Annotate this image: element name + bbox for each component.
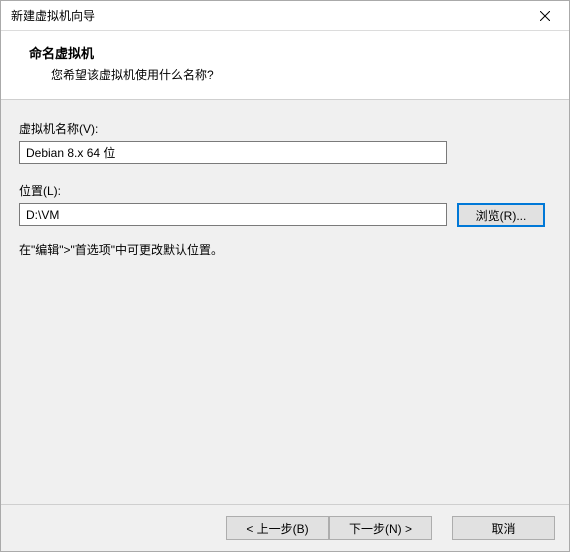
hint-text: 在"编辑">"首选项"中可更改默认位置。 xyxy=(19,241,551,258)
window-title: 新建虚拟机向导 xyxy=(11,7,523,24)
footer: < 上一步(B) 下一步(N) > 取消 xyxy=(1,505,569,551)
next-button[interactable]: 下一步(N) > xyxy=(329,516,432,540)
cancel-button[interactable]: 取消 xyxy=(452,516,555,540)
location-input[interactable] xyxy=(19,203,447,226)
content-area: 虚拟机名称(V): 位置(L): 浏览(R)... 在"编辑">"首选项"中可更… xyxy=(1,99,569,505)
location-row: 浏览(R)... xyxy=(19,203,551,227)
titlebar: 新建虚拟机向导 xyxy=(1,1,569,31)
page-title: 命名虚拟机 xyxy=(29,43,549,62)
back-button[interactable]: < 上一步(B) xyxy=(226,516,329,540)
page-subtitle: 您希望该虚拟机使用什么名称? xyxy=(51,66,549,83)
vm-name-label: 虚拟机名称(V): xyxy=(19,120,551,137)
nav-button-pair: < 上一步(B) 下一步(N) > xyxy=(226,516,432,540)
location-label: 位置(L): xyxy=(19,182,551,199)
wizard-header: 命名虚拟机 您希望该虚拟机使用什么名称? xyxy=(1,31,569,99)
close-button[interactable] xyxy=(523,2,567,30)
close-icon xyxy=(540,11,550,21)
browse-button[interactable]: 浏览(R)... xyxy=(457,203,545,227)
vm-name-input[interactable] xyxy=(19,141,447,164)
